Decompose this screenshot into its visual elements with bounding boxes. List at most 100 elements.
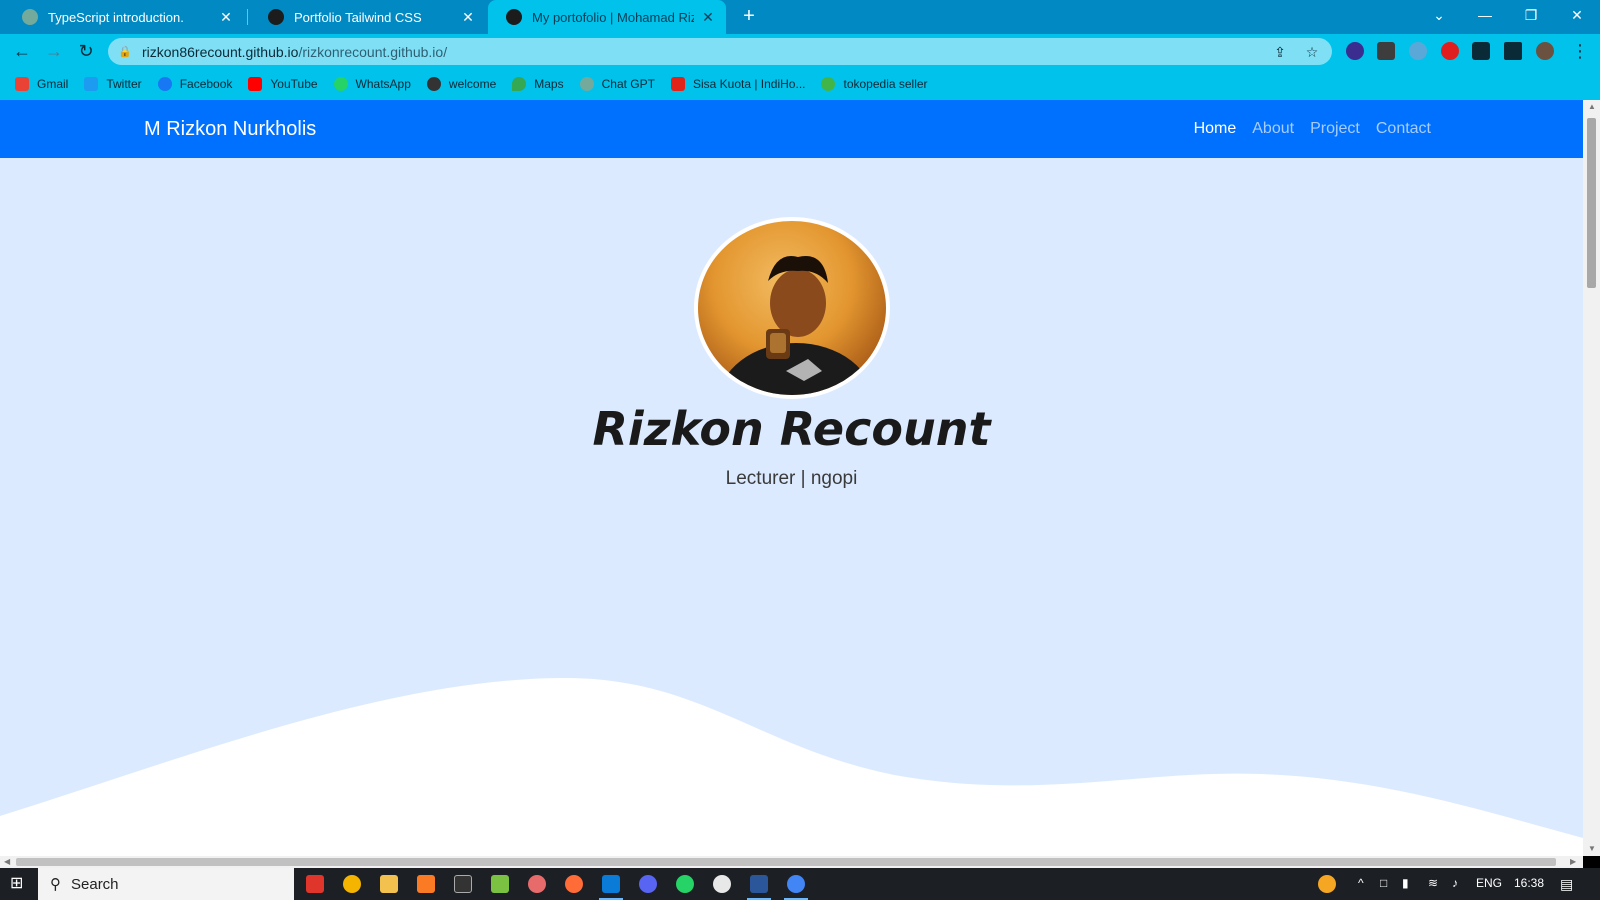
hero-wave-divider <box>0 677 1583 856</box>
bookmark-whatsapp[interactable]: WhatsApp <box>333 77 411 91</box>
postman-icon[interactable] <box>565 875 583 893</box>
new-tab-button[interactable]: + <box>738 5 760 27</box>
bookmark-label: Chat GPT <box>601 77 655 91</box>
side-panel-icon[interactable] <box>1504 42 1522 60</box>
tab-strip: TypeScript introduction. ✕ Portfolio Tai… <box>0 0 1600 34</box>
globe-icon <box>426 77 441 91</box>
bookmark-twitter[interactable]: Twitter <box>84 77 142 91</box>
xampp-icon[interactable] <box>417 875 435 893</box>
nav-link-home[interactable]: Home <box>1194 120 1237 138</box>
url-path: /rizkonrecount.github.io/ <box>298 43 448 60</box>
site-brand[interactable]: M Rizkon Nurkholis <box>144 118 316 141</box>
tab-title: My portofolio | Mohamad Rizkon <box>532 9 694 25</box>
app-icon-12[interactable] <box>713 875 731 893</box>
bookmark-tokopedia[interactable]: tokopedia seller <box>821 77 928 91</box>
reload-button[interactable]: ↻ <box>74 39 98 63</box>
bookmark-gmail[interactable]: Gmail <box>15 77 68 91</box>
terminal-icon[interactable] <box>454 875 472 893</box>
tab-search-chevron-icon[interactable]: ⌄ <box>1416 0 1462 30</box>
menu-icon[interactable]: ⋮ <box>1568 39 1592 63</box>
bookmark-youtube[interactable]: YouTube <box>248 77 318 91</box>
horizontal-scrollbar[interactable]: ◀ ▶ <box>0 856 1583 868</box>
tab-my-portofolio[interactable]: My portofolio | Mohamad Rizkon ✕ <box>488 0 726 34</box>
bookmark-welcome[interactable]: welcome <box>426 77 496 91</box>
weather-icon[interactable] <box>1318 875 1336 893</box>
tray-device-icon[interactable]: □ <box>1380 876 1387 890</box>
globe-icon <box>506 9 522 25</box>
git-icon[interactable] <box>491 875 509 893</box>
file-explorer-icon[interactable] <box>380 875 398 893</box>
language-indicator[interactable]: ENG <box>1476 876 1502 890</box>
tab-title: Portfolio Tailwind CSS <box>294 9 422 25</box>
notification-icon[interactable]: ▤ <box>1560 876 1573 893</box>
nav-link-about[interactable]: About <box>1252 120 1294 138</box>
hero-tagline: Lecturer | ngopi <box>725 468 858 489</box>
wifi-icon[interactable]: ≋ <box>1428 876 1438 890</box>
app-icon-1[interactable] <box>306 875 324 893</box>
gmail-icon <box>15 77 29 91</box>
edge-extension-icon[interactable] <box>1409 42 1427 60</box>
vscode-icon[interactable] <box>602 875 620 893</box>
tab-portfolio-tailwind[interactable]: Portfolio Tailwind CSS ✕ <box>250 0 486 34</box>
browser-toolbar: ← → ↻ 🔒 rizkon86recount.github.io/rizkon… <box>0 34 1600 68</box>
volume-icon[interactable]: ♪ <box>1452 876 1458 890</box>
windows-start-icon[interactable]: ⊞ <box>10 876 26 892</box>
word-icon[interactable] <box>750 875 768 893</box>
back-button[interactable]: ← <box>10 39 34 63</box>
restore-button[interactable]: ❐ <box>1508 0 1554 30</box>
bookmarks-bar: Gmail Twitter Facebook YouTube WhatsApp … <box>0 68 1600 100</box>
horizontal-scroll-thumb[interactable] <box>16 858 1556 866</box>
share-icon[interactable]: ⇪ <box>1272 44 1288 60</box>
hero-name: Rizkon Recount <box>592 402 991 456</box>
bookmark-label: YouTube <box>270 77 318 91</box>
clock-time[interactable]: 16:38 <box>1514 876 1544 890</box>
whatsapp-icon[interactable] <box>676 875 694 893</box>
tab-typescript[interactable]: TypeScript introduction. ✕ <box>4 0 244 34</box>
tokopedia-icon <box>821 77 836 91</box>
discord-icon[interactable] <box>639 875 657 893</box>
close-icon[interactable]: ✕ <box>218 9 234 26</box>
taskbar-search[interactable]: ⚲ Search <box>38 868 294 900</box>
bookmark-label: Facebook <box>179 77 233 91</box>
app-icon-7[interactable] <box>528 875 546 893</box>
close-icon[interactable]: ✕ <box>460 9 476 26</box>
facebook-icon <box>157 77 172 91</box>
star-icon[interactable]: ☆ <box>1304 44 1320 60</box>
bookmark-label: Maps <box>534 77 564 91</box>
scroll-right-arrow-icon[interactable]: ▶ <box>1570 857 1576 866</box>
download-manager-icon[interactable] <box>1377 42 1395 60</box>
minimize-button[interactable]: — <box>1462 0 1508 30</box>
red-extension-icon[interactable] <box>1441 42 1459 60</box>
address-bar[interactable]: 🔒 rizkon86recount.github.io/rizkonrecoun… <box>108 38 1332 65</box>
tray-chevron-icon[interactable]: ^ <box>1358 876 1364 890</box>
nav-link-project[interactable]: Project <box>1310 120 1360 138</box>
vertical-scroll-thumb[interactable] <box>1587 118 1596 288</box>
site-navbar: M Rizkon Nurkholis Home About Project Co… <box>0 100 1583 158</box>
chrome-icon[interactable] <box>343 875 361 893</box>
bookmark-maps[interactable]: Maps <box>512 77 564 91</box>
vertical-scrollbar[interactable]: ▲ ▼ <box>1583 100 1600 856</box>
profile-avatar[interactable] <box>1536 42 1554 60</box>
battery-icon[interactable]: ▮ <box>1402 876 1409 890</box>
maps-icon <box>512 77 527 91</box>
bookmark-chatgpt[interactable]: Chat GPT <box>579 77 655 91</box>
bookmark-sisa-kuota[interactable]: Sisa Kuota | IndiHo... <box>670 77 805 91</box>
puzzle-icon[interactable] <box>1472 42 1490 60</box>
bookmark-facebook[interactable]: Facebook <box>157 77 233 91</box>
profile-photo-illustration <box>718 256 874 395</box>
globe-icon <box>268 9 284 25</box>
forward-button[interactable]: → <box>42 39 66 63</box>
scroll-left-arrow-icon[interactable]: ◀ <box>4 857 10 866</box>
close-window-button[interactable]: ✕ <box>1554 0 1600 30</box>
twitter-icon <box>84 77 99 91</box>
close-icon[interactable]: ✕ <box>700 9 716 26</box>
indihome-icon <box>670 77 685 91</box>
scroll-down-arrow-icon[interactable]: ▼ <box>1588 844 1596 853</box>
whatsapp-icon <box>333 77 348 91</box>
nav-link-contact[interactable]: Contact <box>1376 120 1431 138</box>
chatgpt-icon <box>579 77 594 91</box>
chrome-active-icon[interactable] <box>787 875 805 893</box>
scroll-up-arrow-icon[interactable]: ▲ <box>1588 102 1596 111</box>
download-extension-icon[interactable] <box>1346 42 1364 60</box>
page-viewport: M Rizkon Nurkholis Home About Project Co… <box>0 100 1583 856</box>
